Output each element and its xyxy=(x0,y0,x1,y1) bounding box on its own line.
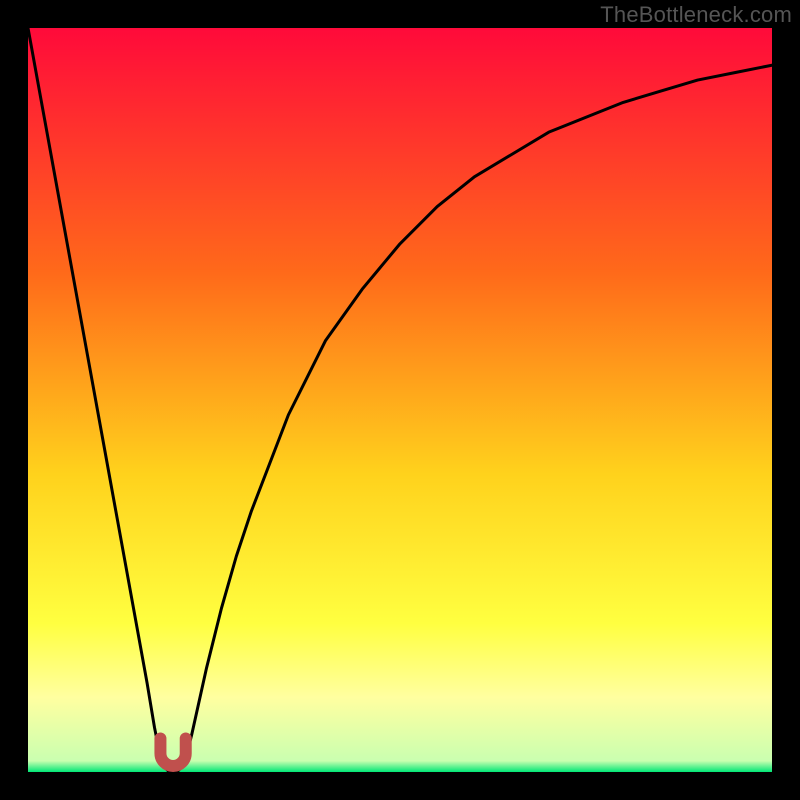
chart-plot-area xyxy=(28,28,772,772)
gradient-background xyxy=(28,28,772,772)
watermark-text: TheBottleneck.com xyxy=(600,2,792,28)
bottleneck-chart xyxy=(28,28,772,772)
chart-frame: TheBottleneck.com xyxy=(0,0,800,800)
